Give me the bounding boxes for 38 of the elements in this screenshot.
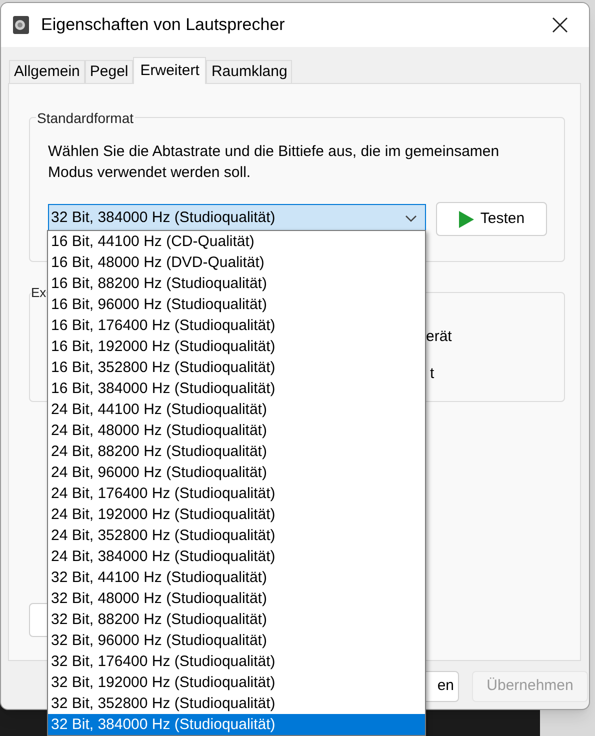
dropdown-option[interactable]: 32 Bit, 176400 Hz (Studioqualität) (48, 651, 425, 672)
speaker-icon (12, 15, 30, 35)
dropdown-option[interactable]: 16 Bit, 88200 Hz (Studioqualität) (48, 273, 425, 294)
dropdown-option[interactable]: 16 Bit, 192000 Hz (Studioqualität) (48, 336, 425, 357)
dropdown-option[interactable]: 24 Bit, 192000 Hz (Studioqualität) (48, 504, 425, 525)
dropdown-option[interactable]: 16 Bit, 384000 Hz (Studioqualität) (48, 378, 425, 399)
dropdown-option[interactable]: 32 Bit, 88200 Hz (Studioqualität) (48, 609, 425, 630)
close-icon (552, 17, 568, 33)
option-text: erät (426, 327, 452, 347)
dropdown-option[interactable]: 16 Bit, 352800 Hz (Studioqualität) (48, 357, 425, 378)
test-button[interactable]: Testen (436, 202, 547, 236)
dropdown-option[interactable]: 24 Bit, 384000 Hz (Studioqualität) (48, 546, 425, 567)
dropdown-option[interactable]: 24 Bit, 176400 Hz (Studioqualität) (48, 483, 425, 504)
dropdown-option[interactable]: 32 Bit, 192000 Hz (Studioqualität) (48, 672, 425, 693)
play-icon (458, 210, 474, 228)
description-text: Wählen Sie die Abtastrate und die Bittiefe aus, die im gemeinsamen Modus verwendet werden soll. (48, 142, 500, 183)
dropdown-option[interactable]: 16 Bit, 48000 Hz (DVD-Qualität) (48, 252, 425, 273)
dropdown-option[interactable]: 24 Bit, 352800 Hz (Studioqualität) (48, 525, 425, 546)
tab[interactable]: Pegel (84, 60, 134, 83)
format-select[interactable]: 32 Bit, 384000 Hz (Studioqualität) (48, 204, 426, 233)
dropdown-option[interactable]: 24 Bit, 48000 Hz (Studioqualität) (48, 420, 425, 441)
dropdown-option[interactable]: 32 Bit, 96000 Hz (Studioqualität) (48, 630, 425, 651)
dropdown-option[interactable]: 24 Bit, 88200 Hz (Studioqualität) (48, 441, 425, 462)
tab[interactable]: Erweitert (133, 57, 206, 84)
dropdown-option[interactable]: 24 Bit, 96000 Hz (Studioqualität) (48, 462, 425, 483)
dropdown-option[interactable]: 16 Bit, 44100 Hz (CD-Qualität) (48, 231, 425, 252)
option-text: t (430, 364, 434, 384)
dropdown-option[interactable]: 32 Bit, 352800 Hz (Studioqualität) (48, 693, 425, 714)
dropdown-option[interactable]: 16 Bit, 176400 Hz (Studioqualität) (48, 315, 425, 336)
dropdown-option[interactable]: 16 Bit, 96000 Hz (Studioqualität) (48, 294, 425, 315)
chevron-down-icon (405, 214, 417, 222)
dropdown-option[interactable]: 32 Bit, 384000 Hz (Studioqualität) (48, 714, 425, 735)
window-title: Eigenschaften von Lautsprecher (41, 14, 285, 36)
tab[interactable]: Allgemein (9, 60, 85, 83)
tab[interactable]: Raumklang (206, 60, 292, 83)
dropdown-option[interactable]: 32 Bit, 44100 Hz (Studioqualität) (48, 567, 425, 588)
dropdown-option[interactable]: 24 Bit, 44100 Hz (Studioqualität) (48, 399, 425, 420)
dropdown-option[interactable]: 32 Bit, 48000 Hz (Studioqualität) (48, 588, 425, 609)
